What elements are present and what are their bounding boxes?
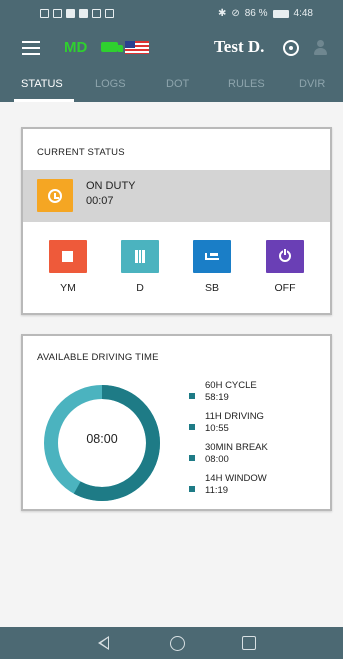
- main-content: CURRENT STATUS ON DUTY 00:07 YM D SB OFF…: [0, 102, 343, 627]
- current-status-card: CURRENT STATUS ON DUTY 00:07 YM D SB OFF: [21, 127, 332, 315]
- legend-name: 11H DRIVING: [205, 411, 264, 422]
- notification-icons: [40, 9, 114, 18]
- clock: 4:48: [293, 8, 313, 19]
- legend-value: 10:55: [205, 422, 229, 434]
- tab-bar: STATUS LOGS DOT RULES DVIR: [0, 68, 343, 102]
- system-status-bar: ✱ ⊘ 86 % 4:48: [0, 0, 343, 30]
- wifi-icon: [53, 9, 62, 18]
- legend-item-window: 14H WINDOW 11:19: [205, 473, 267, 496]
- legend-marker: [189, 424, 195, 430]
- card-title: AVAILABLE DRIVING TIME: [37, 352, 159, 363]
- system-nav-bar: [0, 627, 343, 659]
- legend-item-driving: 11H DRIVING 10:55: [205, 411, 264, 434]
- status-yard-move-button[interactable]: [49, 240, 87, 273]
- bed-icon: [205, 253, 219, 260]
- tab-dot[interactable]: DOT: [166, 78, 189, 90]
- current-status-label: ON DUTY: [86, 180, 136, 192]
- legend-value: 11:19: [205, 484, 229, 496]
- image-icon: [79, 9, 88, 18]
- sim-icon: [40, 9, 49, 18]
- legend-item-cycle: 60H CYCLE 58:19: [205, 380, 257, 403]
- clock-icon: [48, 189, 62, 203]
- app-bar: MD Test D.: [0, 30, 343, 68]
- current-status-row: ON DUTY 00:07: [23, 170, 330, 222]
- co-driver-icon[interactable]: [313, 40, 327, 56]
- power-icon: [279, 249, 291, 262]
- legend-marker: [189, 393, 195, 399]
- legend-item-break: 30MIN BREAK 08:00: [205, 442, 268, 465]
- battery-percent: 86 %: [244, 8, 268, 19]
- tab-dvir[interactable]: DVIR: [299, 78, 325, 90]
- status-sleeper-button[interactable]: [193, 240, 231, 273]
- status-yard-move-label: YM: [60, 282, 76, 294]
- legend-value: 08:00: [205, 453, 229, 465]
- truck-icon: [101, 42, 123, 52]
- mail-icon: [92, 9, 101, 18]
- driving-time-card: AVAILABLE DRIVING TIME 08:00 60H CYCLE 5…: [21, 334, 332, 511]
- driving-time-value: 08:00: [86, 432, 118, 446]
- status-driving-button[interactable]: [121, 240, 159, 273]
- us-flag-icon: [125, 41, 149, 54]
- legend-marker: [189, 486, 195, 492]
- status-off-duty-label: OFF: [274, 282, 296, 294]
- legend-marker: [189, 455, 195, 461]
- status-sleeper-label: SB: [204, 282, 219, 294]
- tab-logs[interactable]: LOGS: [95, 78, 126, 90]
- legend-name: 60H CYCLE: [205, 380, 257, 391]
- back-icon[interactable]: [98, 636, 109, 650]
- tab-status[interactable]: STATUS: [21, 78, 63, 90]
- status-driving-label: D: [136, 282, 144, 294]
- calendar-icon: [105, 9, 114, 18]
- status-off-duty-button[interactable]: [266, 240, 304, 273]
- tab-rules[interactable]: RULES: [228, 78, 265, 90]
- state-badge: MD: [64, 39, 88, 56]
- location-icon: ⊘: [231, 8, 240, 19]
- current-status-elapsed: 00:07: [86, 195, 114, 207]
- bluetooth-icon: ✱: [217, 8, 227, 19]
- legend-name: 30MIN BREAK: [205, 442, 268, 453]
- road-icon: [135, 250, 145, 263]
- battery-icon: [272, 9, 289, 18]
- menu-icon[interactable]: [22, 41, 40, 55]
- recent-apps-icon[interactable]: [242, 636, 256, 650]
- cast-icon: [66, 9, 75, 18]
- on-duty-button[interactable]: [37, 179, 73, 212]
- legend-value: 58:19: [205, 391, 229, 403]
- steering-wheel-icon[interactable]: [283, 40, 299, 56]
- box-icon: [62, 251, 73, 262]
- card-title: CURRENT STATUS: [37, 147, 125, 158]
- home-icon[interactable]: [170, 636, 185, 651]
- username[interactable]: Test D.: [214, 37, 264, 57]
- legend-name: 14H WINDOW: [205, 473, 267, 484]
- system-indicators: ✱ ⊘ 86 % 4:48: [218, 8, 313, 19]
